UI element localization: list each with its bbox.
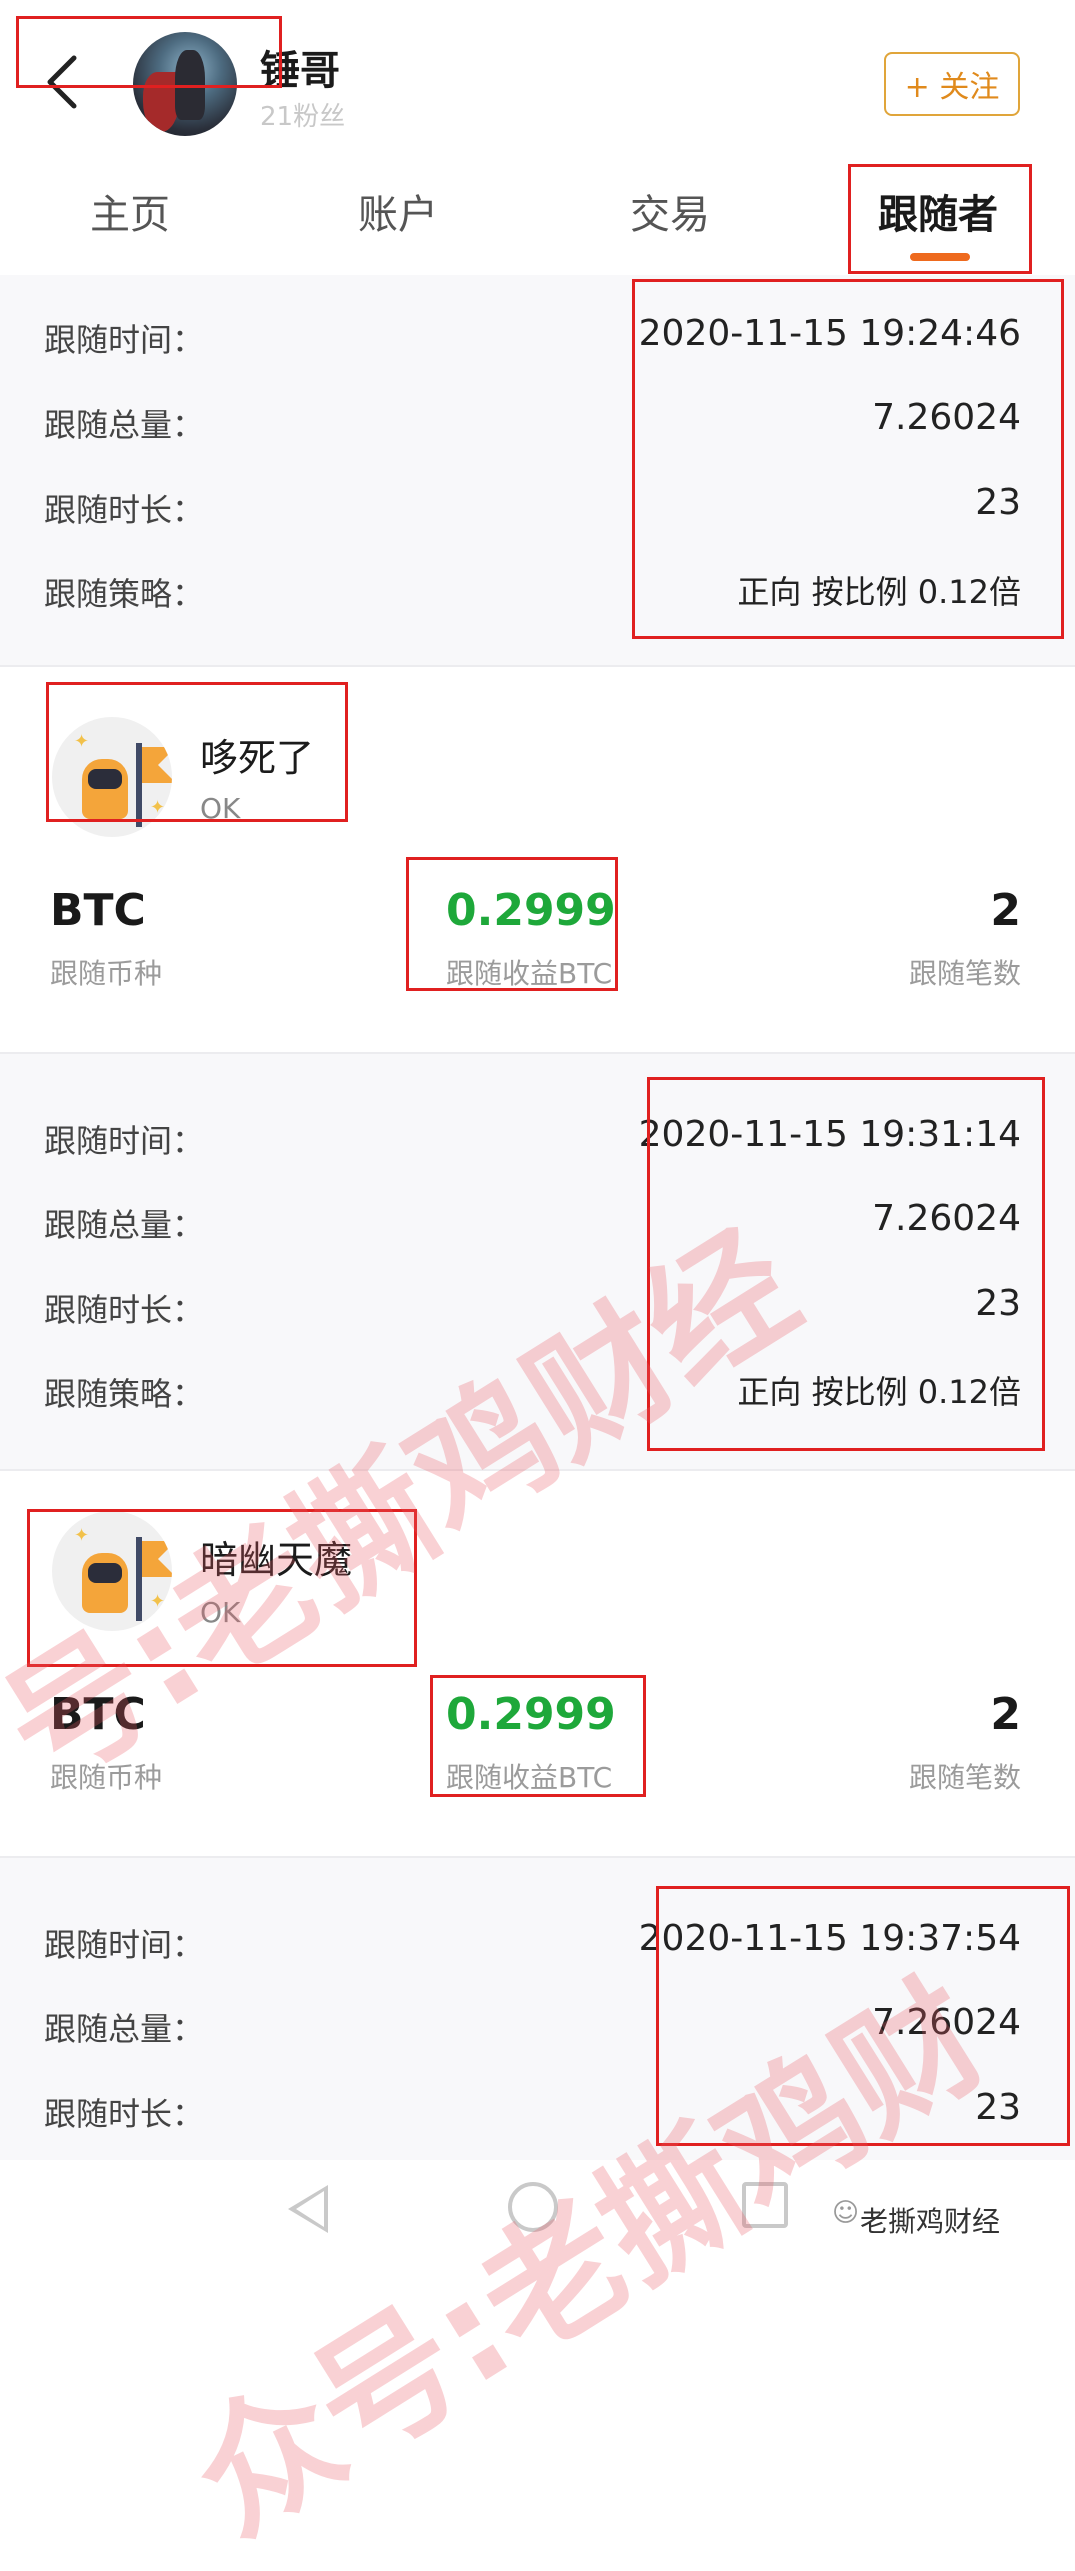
follow-strategy-label: 跟随策略： xyxy=(44,575,205,613)
follow-total-value: 7.26024 xyxy=(872,1198,1021,1239)
system-nav-bar: ☺ 老撕鸡财经 xyxy=(0,2160,1075,2275)
nav-back-icon-inner xyxy=(296,2191,324,2227)
follow-trades-value: 2 xyxy=(990,885,1021,936)
tab-followers[interactable]: 跟随者 xyxy=(878,182,998,240)
follow-strategy-label: 跟随策略： xyxy=(44,1375,205,1413)
follow-time-value: 2020-11-15 19:31:14 xyxy=(638,1114,1021,1155)
follow-time-value: 2020-11-15 19:37:54 xyxy=(638,1918,1021,1959)
follow-duration-label: 跟随时长： xyxy=(44,1291,205,1329)
follower-status: OK xyxy=(200,792,241,825)
follower-card[interactable]: ✦ ✦ 暗幽天魔 OK BTC 跟随币种 0.2999 跟随收益BTC 2 跟随笔… xyxy=(0,1471,1075,1856)
fans-count: 21粉丝 xyxy=(260,102,346,132)
follow-duration-value: 23 xyxy=(975,482,1021,523)
follow-total-value: 7.26024 xyxy=(872,2002,1021,2043)
follow-profit-label: 跟随收益BTC xyxy=(446,957,613,990)
follow-info-block: 跟随时间： 2020-11-15 19:31:14 跟随总量： 7.26024 … xyxy=(0,1054,1075,1469)
follower-card[interactable]: ✦ ✦ 哆死了 OK BTC 跟随币种 0.2999 跟随收益BTC 2 跟随笔数 xyxy=(0,667,1075,1052)
user-name: 锤哥 xyxy=(260,48,340,94)
follow-time-label: 跟随时间： xyxy=(44,1926,205,1964)
follow-trades-label: 跟随笔数 xyxy=(908,957,1021,990)
user-avatar[interactable] xyxy=(133,32,237,136)
follow-duration-value: 23 xyxy=(975,1283,1021,1324)
follow-duration-label: 跟随时长： xyxy=(44,491,205,529)
follower-avatar: ✦ ✦ xyxy=(52,1511,172,1631)
follow-info-block: 跟随时间： 2020-11-15 19:37:54 跟随总量： 7.26024 … xyxy=(0,1858,1075,2160)
tab-home[interactable]: 主页 xyxy=(90,182,170,240)
follow-total-value: 7.26024 xyxy=(872,397,1021,438)
wechat-icon: ☺ xyxy=(832,2198,860,2228)
nav-home-icon[interactable] xyxy=(508,2182,558,2232)
follow-coin-label: 跟随币种 xyxy=(50,1761,163,1794)
follow-trades-value: 2 xyxy=(990,1689,1021,1740)
follow-button[interactable]: + 关注 xyxy=(884,52,1020,116)
tab-account[interactable]: 账户 xyxy=(358,182,438,240)
follow-total-label: 跟随总量： xyxy=(44,1206,205,1244)
follow-profit-label: 跟随收益BTC xyxy=(446,1761,613,1794)
follow-duration-value: 23 xyxy=(975,2087,1021,2128)
tab-trades[interactable]: 交易 xyxy=(630,182,710,240)
follow-profit-value: 0.2999 xyxy=(446,885,616,936)
follower-name: 暗幽天魔 xyxy=(200,1538,353,1582)
follow-time-label: 跟随时间： xyxy=(44,321,205,359)
follower-name: 哆死了 xyxy=(200,736,315,780)
follow-strategy-value: 正向 按比例 0.12倍 xyxy=(737,1373,1021,1411)
follow-info-block: 跟随时间： 2020-11-15 19:24:46 跟随总量： 7.26024 … xyxy=(0,275,1075,665)
tab-bar: 主页 账户 交易 跟随者 xyxy=(0,160,1075,275)
follow-duration-label: 跟随时长： xyxy=(44,2095,205,2133)
nav-recent-apps-icon[interactable] xyxy=(742,2182,788,2228)
follow-strategy-value: 正向 按比例 0.12倍 xyxy=(737,573,1021,611)
follower-avatar: ✦ ✦ xyxy=(52,717,172,837)
follower-status: OK xyxy=(200,1596,241,1629)
follow-profit-value: 0.2999 xyxy=(446,1689,616,1740)
follow-total-label: 跟随总量： xyxy=(44,2010,205,2048)
follow-coin-value: BTC xyxy=(50,885,146,936)
follow-coin-value: BTC xyxy=(50,1689,146,1740)
active-tab-indicator xyxy=(910,253,970,261)
follow-time-label: 跟随时间： xyxy=(44,1122,205,1160)
follow-time-value: 2020-11-15 19:24:46 xyxy=(638,313,1021,354)
back-arrow-icon[interactable] xyxy=(38,52,86,112)
follow-total-label: 跟随总量： xyxy=(44,406,205,444)
follow-trades-label: 跟随笔数 xyxy=(908,1761,1021,1794)
brand-label: 老撕鸡财经 xyxy=(860,2205,1001,2238)
profile-header: 锤哥 21粉丝 + 关注 xyxy=(0,0,1075,160)
follow-coin-label: 跟随币种 xyxy=(50,957,163,990)
